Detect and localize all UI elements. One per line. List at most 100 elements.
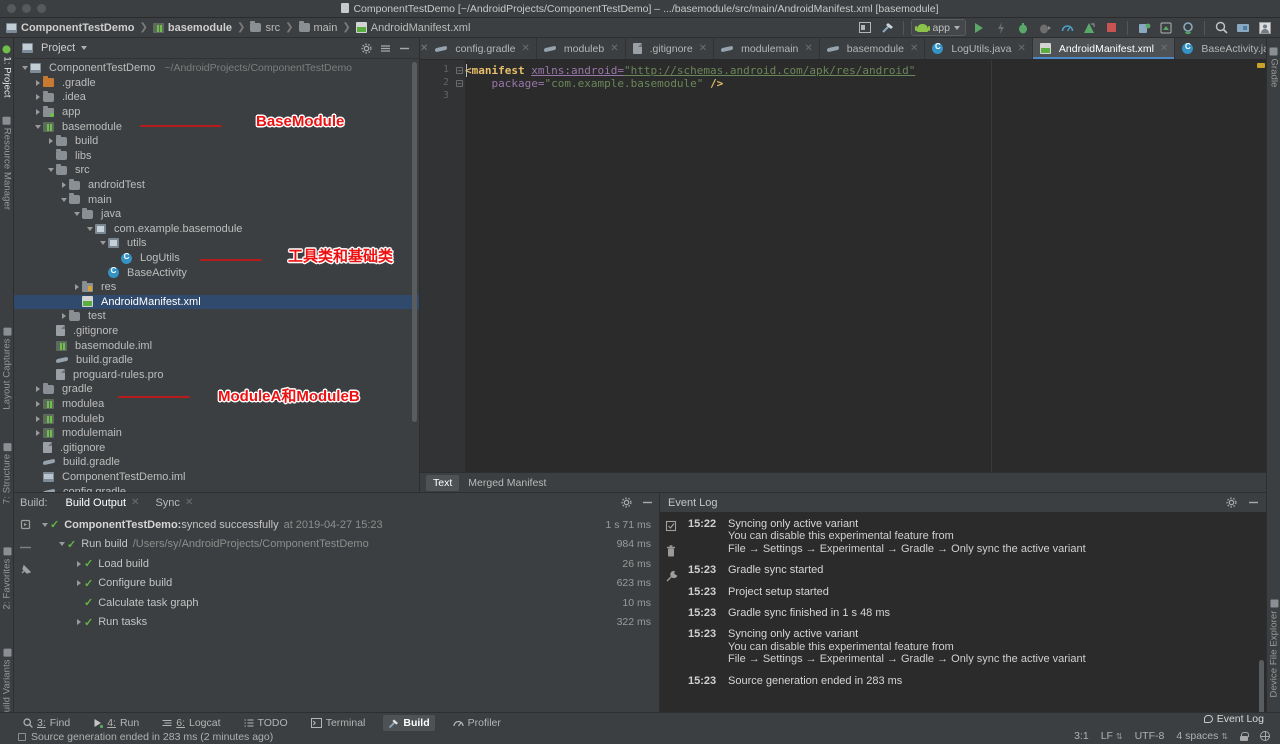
settings-gear-icon[interactable] [360,42,372,54]
project-tree-row[interactable]: com.example.basemodule [14,222,419,237]
tool-button-structure[interactable]: 7: Structure [1,443,12,504]
stop-icon[interactable] [1102,20,1120,36]
hide-panel-icon[interactable] [641,497,653,509]
tree-toggle-open-icon[interactable] [20,66,30,70]
debug-icon[interactable] [1014,20,1032,36]
project-tree-row[interactable]: java [14,207,419,222]
build-output-tree[interactable]: ✓ComponentTestDemo: synced successfullya… [36,512,659,712]
editor-tab-bar[interactable]: ✕config.gradle✕moduleb✕.gitignore✕module… [420,38,1266,60]
editor-tab-basemodule[interactable]: basemodule✕ [820,38,926,59]
avd-manager-icon[interactable] [1135,20,1153,36]
tree-toggle-closed-icon[interactable] [72,284,82,290]
tree-toggle-closed-icon[interactable] [33,109,43,115]
editor-tab-baseactivity-java[interactable]: BaseActivity.java✕ [1175,38,1266,59]
profiler-icon[interactable] [1058,20,1076,36]
tree-toggle-open-icon[interactable] [72,212,82,216]
build-output-row[interactable]: ✓Configure build623 ms [36,574,659,594]
project-tree-row[interactable]: AndroidManifest.xml [14,295,419,310]
attach-debugger-icon[interactable] [1036,20,1054,36]
tree-toggle-open-icon[interactable] [85,227,95,231]
tree-toggle-closed-icon[interactable] [74,619,84,625]
editor-bottom-tab-merged-manifest[interactable]: Merged Manifest [461,475,553,491]
code-editor[interactable]: 123 − − <manifest xmlns:android="http://… [420,60,1266,492]
project-tree-row[interactable]: res [14,280,419,295]
tool-button-device-file-explorer[interactable]: Device File Explorer [1268,600,1279,698]
editor-bottom-tab-text[interactable]: Text [426,475,459,491]
status-tool-button-todo[interactable]: TODO [239,715,293,731]
project-tree-row[interactable]: src [14,163,419,178]
project-tree-row[interactable]: build.gradle [14,353,419,368]
close-icon[interactable]: ✕ [910,43,918,54]
build-tab-build-output[interactable]: Build Output ✕ [62,496,144,510]
minus-icon[interactable] [18,540,32,554]
tree-toggle-open-icon[interactable] [57,542,67,546]
project-tree-row[interactable]: proguard-rules.pro [14,367,419,382]
tool-button-favorites[interactable]: 2: Favorites [1,548,12,610]
project-tree-row[interactable]: moduleb [14,411,419,426]
build-tab-sync[interactable]: Sync ✕ [151,496,197,510]
fold-marker[interactable]: − [454,77,465,90]
run-icon[interactable] [970,20,988,36]
project-tree-row[interactable]: build.gradle [14,455,419,470]
close-icon[interactable]: ✕ [699,43,707,54]
pin-icon[interactable] [18,563,32,577]
editor-marker-strip[interactable] [1254,60,1266,492]
settings-gear-icon[interactable] [620,497,632,509]
fold-marker[interactable]: − [454,64,465,77]
wrench-icon[interactable] [664,569,678,583]
project-tree-row[interactable]: main [14,192,419,207]
run-with-coverage-icon[interactable] [1080,20,1098,36]
project-tree-scrollbar[interactable] [412,62,417,422]
tree-toggle-open-icon[interactable] [40,523,50,527]
close-icon[interactable]: ✕ [610,43,618,54]
close-icon[interactable]: ✕ [1018,43,1026,54]
tree-toggle-open-icon[interactable] [46,168,56,172]
line-separator[interactable]: LF ⇅ [1101,730,1123,742]
project-tree-row[interactable]: .gitignore [14,440,419,455]
project-tree[interactable]: ComponentTestDemo~/AndroidProjects/Compo… [14,59,419,492]
status-tool-button-terminal[interactable]: Terminal [306,715,371,731]
restart-build-icon[interactable] [18,517,32,531]
event-log-status-button[interactable]: Event Log [1204,713,1264,725]
project-tree-row[interactable]: libs [14,149,419,164]
editor-tab-moduleb[interactable]: moduleb✕ [537,38,626,59]
sdk-manager-icon[interactable] [1157,20,1175,36]
breadcrumb-item-manifest[interactable]: AndroidManifest.xml [356,22,471,34]
tool-button-resource-manager[interactable]: Resource Manager [1,117,12,210]
build-output-row[interactable]: ✓Load build26 ms [36,554,659,574]
editor-tab-modulemain[interactable]: modulemain✕ [714,38,820,59]
tree-toggle-closed-icon[interactable] [46,138,56,144]
tree-toggle-closed-icon[interactable] [33,386,43,392]
status-tool-button-profiler[interactable]: Profiler [448,715,506,731]
build-hammer-icon[interactable] [878,20,896,36]
close-icon[interactable]: ✕ [522,43,530,54]
editor-tab-androidmanifest-xml[interactable]: AndroidManifest.xml✕ [1033,38,1176,59]
tree-toggle-closed-icon[interactable] [59,313,69,319]
code-folding-strip[interactable]: − − [454,60,465,492]
status-tool-button-logcat[interactable]: 6:Logcat [157,715,225,731]
project-tree-row[interactable]: .gitignore [14,324,419,339]
project-panel-title[interactable]: Project [41,42,75,54]
tree-toggle-closed-icon[interactable] [74,580,84,586]
event-log-entry[interactable]: 15:23Source generation ended in 283 ms [682,675,1266,687]
project-tree-row[interactable]: ComponentTestDemo.iml [14,470,419,485]
run-configuration-selector[interactable]: app [911,19,966,36]
tool-button-gradle[interactable]: Gradle [1268,47,1279,87]
breadcrumb-item-src[interactable]: src [250,22,280,34]
project-tree-row[interactable]: androidTest [14,178,419,193]
user-icon[interactable] [1256,20,1274,36]
chevron-down-icon[interactable] [81,46,87,50]
project-tree-row[interactable]: .idea [14,90,419,105]
tool-button-layout-captures[interactable]: Layout Captures [1,327,12,409]
tree-toggle-closed-icon[interactable] [59,182,69,188]
tool-button-project[interactable]: 1: Project [1,45,12,97]
project-structure-icon[interactable] [1234,20,1252,36]
tree-toggle-closed-icon[interactable] [33,416,43,422]
project-tree-row[interactable]: config.gradle [14,484,419,492]
event-log-scrollbar[interactable] [1259,660,1264,716]
close-icon[interactable]: ✕ [1160,43,1168,54]
event-log-entry[interactable]: 15:23Syncing only active variantYou can … [682,628,1266,665]
editor-tab-config-gradle[interactable]: config.gradle✕ [428,38,537,59]
project-tree-row[interactable]: test [14,309,419,324]
project-tree-row[interactable]: ComponentTestDemo~/AndroidProjects/Compo… [14,61,419,76]
